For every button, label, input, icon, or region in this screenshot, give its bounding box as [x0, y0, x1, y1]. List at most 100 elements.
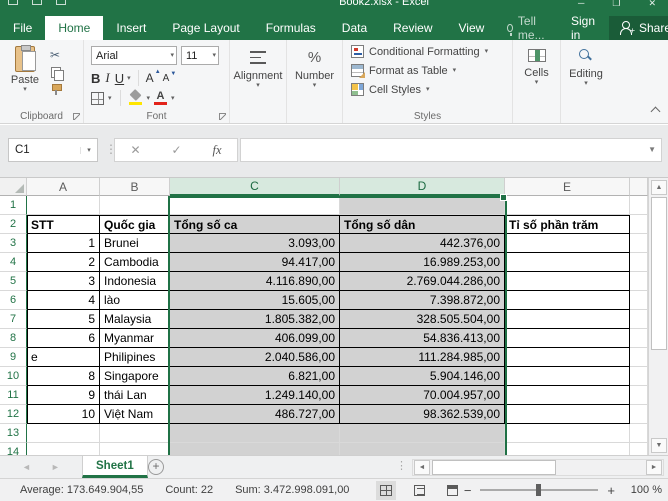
editing-dropdown-icon[interactable]: ▾	[561, 80, 611, 87]
cell-B7[interactable]: Malaysia	[100, 310, 170, 329]
sheet-tab-sheet1[interactable]: Sheet1	[82, 456, 148, 478]
cell-F10[interactable]	[630, 367, 648, 386]
row-header-5[interactable]: 5	[0, 272, 27, 291]
font-dialog-launcher-icon[interactable]	[219, 113, 226, 120]
zoom-out-icon[interactable]: −	[464, 483, 472, 498]
name-box-dropdown-icon[interactable]: ▾	[80, 147, 97, 154]
cell-A6[interactable]: 4	[27, 291, 100, 310]
cell-B3[interactable]: Brunei	[100, 234, 170, 253]
cell-E13[interactable]	[505, 424, 630, 443]
number-dropdown-icon[interactable]: ▾	[287, 82, 342, 89]
row-header-9[interactable]: 9	[0, 348, 27, 367]
cell-E4[interactable]	[505, 253, 630, 272]
cell-C4[interactable]: 94.417,00	[170, 253, 340, 272]
cell-D6[interactable]: 7.398.872,00	[340, 291, 505, 310]
cell-C7[interactable]: 1.805.382,00	[170, 310, 340, 329]
prev-sheet-icon[interactable]: ◄	[22, 462, 31, 472]
cell-D11[interactable]: 70.004.957,00	[340, 386, 505, 405]
cell-B10[interactable]: Singapore	[100, 367, 170, 386]
cell-B4[interactable]: Cambodia	[100, 253, 170, 272]
cell-E2[interactable]: Tỉ số phần trăm	[505, 215, 630, 234]
cell-A2[interactable]: STT	[27, 215, 100, 234]
formula-input[interactable]: ▼	[240, 138, 662, 162]
cell-C13[interactable]	[170, 424, 340, 443]
cell-E1[interactable]	[505, 196, 630, 215]
ribbon-tab-page-layout[interactable]: Page Layout	[159, 16, 252, 40]
cell-D1[interactable]	[340, 196, 505, 215]
cell-E9[interactable]	[505, 348, 630, 367]
ribbon-tab-review[interactable]: Review	[380, 16, 445, 40]
quick-access-toolbar[interactable]	[8, 0, 66, 5]
bold-button[interactable]: B	[91, 71, 100, 86]
cell-F7[interactable]	[630, 310, 648, 329]
font-size-combo[interactable]: 11 ▾	[181, 46, 219, 65]
cut-icon[interactable]: ✂	[50, 48, 60, 62]
cancel-entry-icon[interactable]: ✕	[130, 143, 140, 157]
font-size-dropdown-icon[interactable]: ▾	[212, 52, 216, 59]
borders-icon[interactable]	[91, 92, 104, 105]
cell-D7[interactable]: 328.505.504,00	[340, 310, 505, 329]
insert-function-icon[interactable]: fx	[212, 143, 221, 158]
cell-C12[interactable]: 486.727,00	[170, 405, 340, 424]
row-header-4[interactable]: 4	[0, 253, 27, 272]
zoom-slider[interactable]	[480, 489, 598, 491]
normal-view-button[interactable]	[376, 481, 396, 500]
vertical-scrollbar[interactable]: ▲ ▼	[648, 178, 668, 455]
row-header-8[interactable]: 8	[0, 329, 27, 348]
row-header-7[interactable]: 7	[0, 310, 27, 329]
font-name-combo[interactable]: Arial ▾	[91, 46, 177, 65]
cell-A13[interactable]	[27, 424, 100, 443]
alignment-button[interactable]: Alignment ▾	[230, 49, 286, 89]
sign-in-button[interactable]: Sign in	[557, 16, 609, 40]
cell-B14[interactable]	[100, 443, 170, 455]
cell-D13[interactable]	[340, 424, 505, 443]
row-header-3[interactable]: 3	[0, 234, 27, 253]
tabbar-grip-icon[interactable]: ⋮	[396, 459, 407, 472]
cell-B13[interactable]	[100, 424, 170, 443]
italic-button[interactable]: I	[103, 70, 111, 86]
tell-me-box[interactable]: Tell me...	[497, 16, 557, 40]
cell-F14[interactable]	[630, 443, 648, 455]
conditional-formatting-dropdown-icon[interactable]: ▾	[485, 48, 489, 55]
col-header-D[interactable]: D	[340, 178, 505, 196]
horizontal-scrollbar[interactable]: ◄ ►	[412, 459, 664, 476]
cell-A8[interactable]: 6	[27, 329, 100, 348]
copy-icon[interactable]	[51, 67, 62, 79]
ribbon-tab-insert[interactable]: Insert	[103, 16, 159, 40]
cell-E7[interactable]	[505, 310, 630, 329]
cell-styles-dropdown-icon[interactable]: ▾	[426, 86, 430, 93]
page-break-view-button[interactable]	[442, 481, 462, 500]
cell-E11[interactable]	[505, 386, 630, 405]
cell-A11[interactable]: 9	[27, 386, 100, 405]
expand-formula-bar-icon[interactable]: ▼	[648, 145, 656, 154]
cell-F1[interactable]	[630, 196, 648, 215]
cell-D4[interactable]: 16.989.253,00	[340, 253, 505, 272]
cell-C6[interactable]: 15.605,00	[170, 291, 340, 310]
row-header-1[interactable]: 1	[0, 196, 27, 215]
cell-C1[interactable]	[170, 196, 340, 215]
conditional-formatting-button[interactable]: Conditional Formatting▾	[351, 45, 488, 58]
confirm-entry-icon[interactable]: ✓	[171, 143, 181, 157]
cell-B12[interactable]: Việt Nam	[100, 405, 170, 424]
cell-A12[interactable]: 10	[27, 405, 100, 424]
cell-E8[interactable]	[505, 329, 630, 348]
scroll-right-icon[interactable]: ►	[646, 460, 662, 475]
cell-F5[interactable]	[630, 272, 648, 291]
next-sheet-icon[interactable]: ►	[51, 462, 60, 472]
cell-C11[interactable]: 1.249.140,00	[170, 386, 340, 405]
col-header-partial[interactable]	[630, 178, 648, 196]
cells-dropdown-icon[interactable]: ▾	[513, 79, 560, 86]
paste-button[interactable]: Paste ▾	[5, 46, 45, 110]
editing-button[interactable]: Editing ▾	[561, 49, 611, 87]
cell-B5[interactable]: Indonesia	[100, 272, 170, 291]
window-controls[interactable]: ─ ❐ ✕	[578, 0, 656, 8]
ribbon-tab-file[interactable]: File	[0, 16, 45, 40]
cell-A1[interactable]	[27, 196, 100, 215]
format-as-table-dropdown-icon[interactable]: ▾	[453, 67, 457, 74]
row-header-10[interactable]: 10	[0, 367, 27, 386]
cells-button[interactable]: Cells ▾	[513, 49, 560, 86]
cell-D5[interactable]: 2.769.044.286,00	[340, 272, 505, 291]
cell-C14[interactable]	[170, 443, 340, 455]
cell-B9[interactable]: Philipines	[100, 348, 170, 367]
alignment-dropdown-icon[interactable]: ▾	[230, 82, 286, 89]
